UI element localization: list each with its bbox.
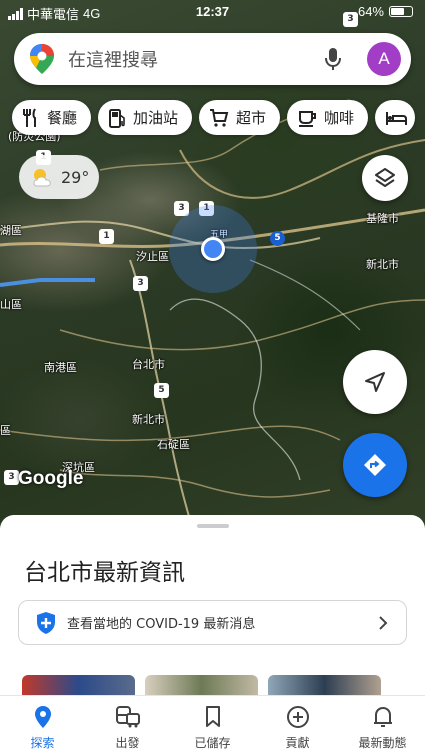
cart-icon	[210, 108, 229, 127]
chip-gas-station[interactable]: 加油站	[98, 100, 193, 135]
map-label-nangang[interactable]: 南港區	[44, 359, 77, 375]
nav-contribute[interactable]: 貢獻	[255, 696, 340, 756]
status-bar: 中華電信 4G 12:37 64%	[0, 0, 425, 24]
nav-explore[interactable]: 探索	[0, 696, 85, 756]
road-shield: 5	[154, 383, 169, 398]
nav-commute[interactable]: 出發	[85, 696, 170, 756]
news-thumbnails	[22, 675, 381, 695]
road-shield: 3	[4, 470, 19, 485]
temperature: 29°	[61, 167, 90, 187]
current-location-dot[interactable]	[201, 237, 225, 261]
map-label-new-taipei-2[interactable]: 新北市	[132, 411, 165, 427]
google-maps-pin-icon	[30, 44, 54, 74]
coffee-icon	[299, 110, 317, 127]
map-label-edge-3: 區	[0, 424, 11, 437]
explore-pin-icon	[34, 706, 51, 728]
sheet-drag-handle[interactable]	[197, 524, 229, 528]
nav-updates[interactable]: 最新動態	[340, 696, 425, 756]
news-thumbnail[interactable]	[145, 675, 258, 695]
map-label-taipei[interactable]: 台北市	[132, 356, 165, 372]
chevron-right-icon	[379, 615, 388, 630]
microphone-icon[interactable]	[323, 47, 343, 71]
layers-icon	[375, 168, 395, 187]
chip-label: 咖啡	[324, 109, 355, 127]
battery-icon	[389, 6, 413, 17]
weather-badge[interactable]: 29°	[19, 155, 99, 199]
directions-button[interactable]	[343, 433, 407, 497]
nav-label: 貢獻	[285, 736, 310, 750]
category-chips: 餐廳 加油站 超市 咖啡	[12, 100, 416, 135]
gas-station-icon	[109, 108, 125, 128]
map-label-edge-2: 山區	[0, 298, 22, 311]
chip-coffee[interactable]: 咖啡	[287, 100, 369, 135]
chip-hotel[interactable]	[375, 100, 416, 135]
nav-label: 探索	[30, 736, 55, 750]
nav-saved[interactable]: 已儲存	[170, 696, 255, 756]
layers-button[interactable]	[362, 155, 408, 201]
news-thumbnail[interactable]	[268, 675, 381, 695]
my-location-button[interactable]	[343, 350, 407, 414]
road-shield: 3	[133, 276, 148, 291]
chip-label: 加油站	[133, 109, 179, 127]
covid-info-text: 查看當地的 COVID-19 最新消息	[67, 617, 256, 632]
map-label-xizhi[interactable]: 汐止區	[136, 248, 169, 264]
sheet-title: 台北市最新資訊	[24, 560, 185, 586]
chip-label: 餐廳	[47, 109, 78, 127]
google-watermark: Google	[18, 468, 84, 489]
add-circle-icon	[286, 706, 309, 728]
news-thumbnail[interactable]	[22, 675, 135, 695]
commute-icon	[115, 706, 140, 728]
directions-icon	[364, 454, 386, 476]
battery-percent: 64%	[357, 4, 384, 19]
search-bar[interactable]: 在這裡搜尋 A	[14, 33, 411, 85]
search-input[interactable]: 在這裡搜尋	[68, 46, 323, 72]
bottom-navigation: 探索 出發 已儲存 貢獻 最新動態	[0, 695, 425, 756]
hotel-bed-icon	[386, 111, 408, 125]
chip-restaurant[interactable]: 餐廳	[12, 100, 92, 135]
map-label-edge: 湖區	[0, 224, 22, 237]
nav-label: 出發	[115, 736, 140, 750]
nav-label: 最新動態	[358, 736, 407, 750]
account-avatar[interactable]: A	[367, 42, 401, 76]
road-shield: 5	[270, 231, 285, 246]
bookmark-icon	[205, 706, 220, 727]
shield-plus-icon	[37, 611, 55, 634]
partly-cloudy-icon	[33, 169, 51, 187]
map-label-shiding[interactable]: 石碇區	[157, 436, 190, 452]
navigation-arrow-icon	[365, 372, 385, 392]
map-label-keelung[interactable]: 基隆市	[366, 210, 399, 226]
road-shield: 1	[99, 229, 114, 244]
chip-supermarket[interactable]: 超市	[199, 100, 281, 135]
chip-label: 超市	[236, 109, 267, 127]
bell-icon	[373, 707, 392, 727]
covid-info-button[interactable]: 查看當地的 COVID-19 最新消息	[18, 600, 407, 645]
nav-label: 已儲存	[194, 736, 231, 750]
restaurant-icon	[23, 107, 36, 127]
map-label-new-taipei[interactable]: 新北市	[366, 256, 399, 272]
bottom-sheet[interactable]: 台北市最新資訊 查看當地的 COVID-19 最新消息	[0, 515, 425, 695]
